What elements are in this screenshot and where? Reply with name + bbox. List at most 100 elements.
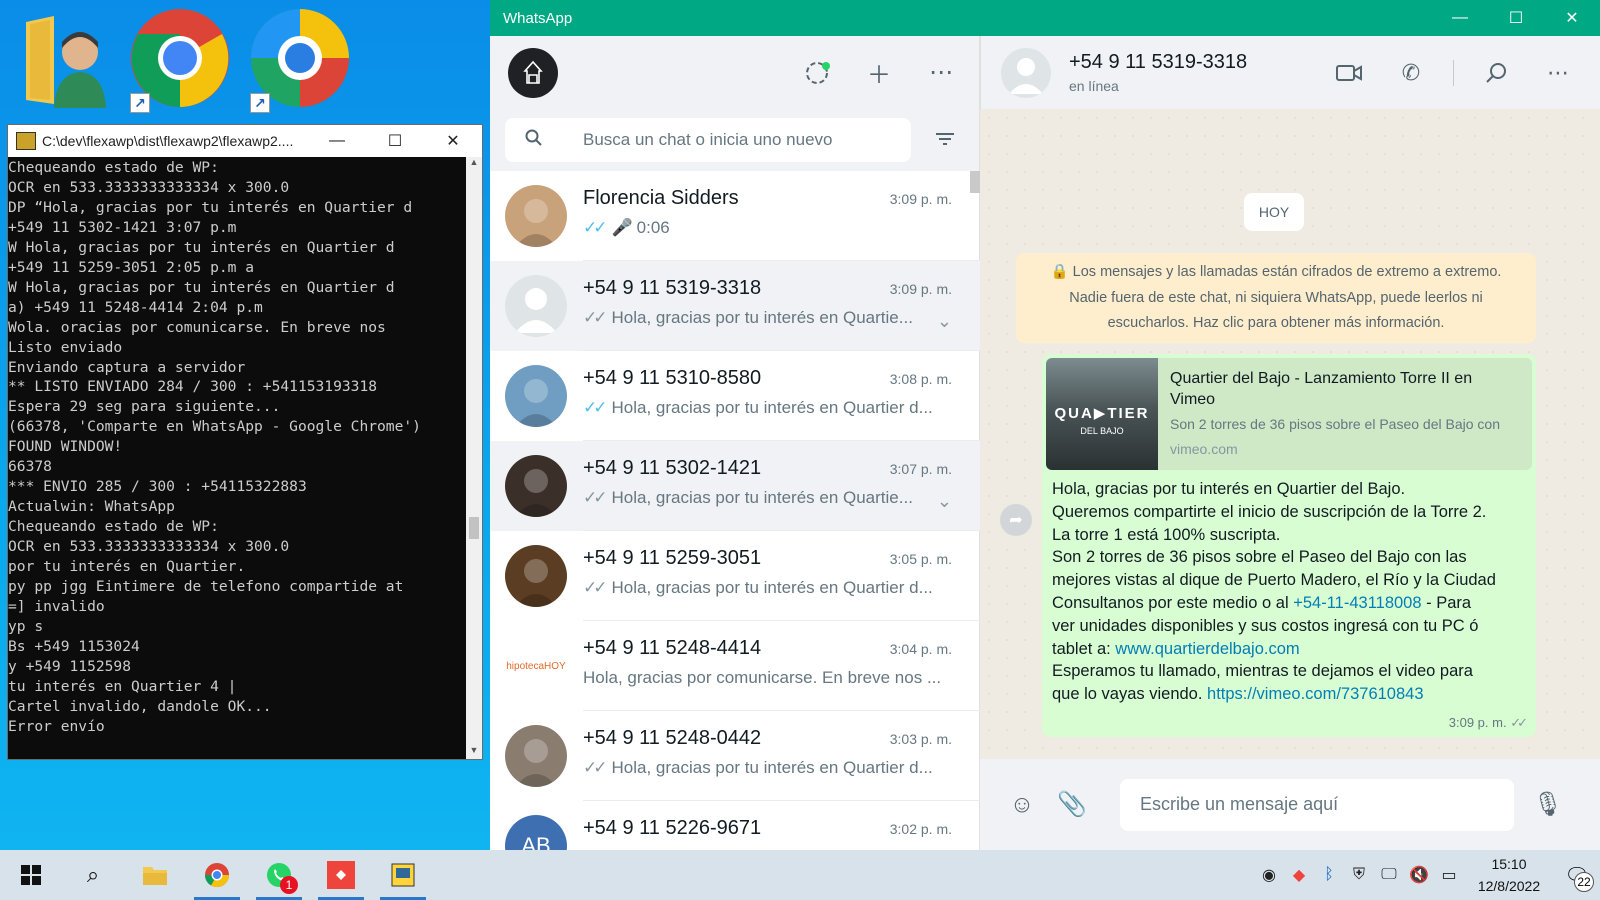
- console-window[interactable]: C:\dev\flexawp\dist\flexawp2\flexawp2...…: [7, 124, 483, 760]
- link-preview[interactable]: QUA▶TIER DEL BAJO Quartier del Bajo - La…: [1046, 358, 1532, 470]
- bluetooth-icon[interactable]: ᛒ: [1314, 866, 1344, 884]
- notification-center-icon[interactable]: 🗨22: [1554, 863, 1600, 892]
- close-button[interactable]: ✕: [424, 125, 482, 157]
- microphone-icon[interactable]: 🎙: [1528, 785, 1568, 825]
- chat-list-item[interactable]: +54 9 11 5259-3051 3:05 p. m. ✓✓ Hola, grac…: [490, 531, 980, 621]
- chat-time: 3:09 p. m.: [889, 191, 952, 207]
- whatsapp-taskbar-icon[interactable]: 1: [248, 850, 310, 900]
- attach-icon[interactable]: 📎: [1052, 785, 1092, 825]
- unread-badge: 1: [280, 876, 298, 894]
- encryption-notice[interactable]: 🔒 Los mensajes y las llamadas están cifr…: [1016, 253, 1536, 343]
- message-input[interactable]: Escribe un mensaje aquí: [1120, 778, 1514, 831]
- scroll-thumb[interactable]: [469, 517, 479, 539]
- console-line: por tu interés en Quartier.: [8, 558, 246, 576]
- voice-call-icon[interactable]: ✆: [1391, 53, 1431, 93]
- clock[interactable]: 15:10 12/8/2022: [1464, 853, 1554, 897]
- video-link[interactable]: https://vimeo.com/737610843: [1207, 685, 1423, 703]
- anydesk-taskbar-icon[interactable]: [310, 850, 372, 900]
- forward-icon[interactable]: ➦: [1000, 504, 1032, 536]
- console-line: FOUND WINDOW!: [8, 438, 123, 456]
- header-divider: [1453, 59, 1454, 86]
- preview-description: Son 2 torres de 36 pisos sobre el Paseo …: [1170, 416, 1500, 432]
- maximize-button[interactable]: ☐: [1488, 0, 1544, 36]
- chat-list-item[interactable]: +54 9 11 5310-8580 3:08 p. m. ✓✓ Hola, grac…: [490, 351, 980, 441]
- edge-tray-icon[interactable]: ◉: [1254, 865, 1284, 885]
- chat-list-item[interactable]: hipotecaHOY +54 9 11 5248-4414 3:04 p. m. H…: [490, 621, 980, 711]
- menu-icon[interactable]: ⋯: [921, 53, 961, 93]
- chat-time: 3:05 p. m.: [889, 551, 952, 567]
- chat-time: 3:09 p. m.: [889, 281, 952, 297]
- phone-link[interactable]: +54-11-43118008: [1293, 594, 1421, 612]
- chat-list-item[interactable]: +54 9 11 5302-1421 3:07 p. m. ✓✓ Hola, grac…: [490, 441, 980, 531]
- preview-title: Quartier del Bajo - Lanzamiento Torre II…: [1170, 370, 1473, 408]
- chevron-down-icon[interactable]: ⌄: [937, 311, 952, 332]
- shortcut-arrow-icon: ↗: [130, 93, 150, 113]
- video-call-icon[interactable]: [1329, 53, 1369, 93]
- chat-list-pane: ＋ ⋯ Busca un chat o inicia uno nuevo Flo…: [490, 36, 980, 850]
- contact-avatar[interactable]: [1001, 47, 1051, 98]
- left-header: ＋ ⋯: [490, 36, 979, 109]
- minimize-button[interactable]: —: [308, 125, 366, 157]
- console-output: Chequeando estado de WP: OCR en 533.33333…: [8, 157, 468, 759]
- search-icon[interactable]: [1476, 53, 1516, 93]
- search-placeholder: Busca un chat o inicia uno nuevo: [583, 130, 833, 149]
- double-check-icon: ✓✓: [1510, 715, 1528, 730]
- message-area[interactable]: HOY 🔒 Los mensajes y las llamadas están …: [980, 109, 1600, 759]
- double-check-icon: ✓✓: [583, 398, 607, 417]
- chat-list-item[interactable]: AB +54 9 11 5226-9671 3:02 p. m.: [490, 801, 980, 850]
- battery-icon[interactable]: ▭: [1434, 865, 1464, 885]
- more-options-icon[interactable]: ⋯: [1538, 53, 1578, 93]
- scroll-down-icon[interactable]: ▼: [466, 745, 482, 759]
- system-tray: ◉ ◆ ᛒ ⛨ 🖵 🔇 ▭ 15:10 12/8/2022 🗨22: [1254, 850, 1600, 900]
- volume-muted-icon[interactable]: 🔇: [1404, 865, 1434, 885]
- network-icon[interactable]: 🖵: [1374, 866, 1404, 884]
- new-chat-icon[interactable]: ＋: [859, 53, 899, 93]
- console-line: Wola. oracias por comunicarse. En breve …: [8, 318, 386, 336]
- website-link[interactable]: www.quartierdelbajo.com: [1115, 640, 1299, 658]
- chat-last-message: ✓✓ Hola, gracias por tu interés en Quarti…: [583, 758, 933, 777]
- conversation-pane: +54 9 11 5319-3318 en línea ✆ ⋯ HOY 🔒 Lo…: [980, 36, 1600, 850]
- console-title: C:\dev\flexawp\dist\flexawp2\flexawp2...…: [42, 133, 294, 149]
- python-taskbar-icon[interactable]: [372, 850, 434, 900]
- emoji-icon[interactable]: ☺: [1002, 785, 1042, 825]
- whatsapp-titlebar[interactable]: WhatsApp — ☐ ✕: [490, 0, 1600, 36]
- status-icon[interactable]: [797, 53, 837, 93]
- chrome-icon[interactable]: ↗: [130, 8, 240, 113]
- profile-avatar[interactable]: [508, 47, 558, 98]
- maximize-button[interactable]: ☐: [366, 125, 424, 157]
- chat-time: 3:08 p. m.: [889, 371, 952, 387]
- console-line: Enviando captura a servidor: [8, 358, 246, 376]
- edge-icon[interactable]: ↗: [250, 8, 360, 113]
- chrome-taskbar-icon[interactable]: [186, 850, 248, 900]
- chat-list-item[interactable]: Florencia Sidders 3:09 p. m. ✓✓ 🎤 0:06: [490, 171, 980, 261]
- chat-list[interactable]: Florencia Sidders 3:09 p. m. ✓✓ 🎤 0:06 +54 9 …: [490, 171, 980, 850]
- file-explorer-icon[interactable]: [124, 850, 186, 900]
- double-check-icon: ✓✓: [583, 578, 607, 597]
- filter-icon[interactable]: [925, 129, 965, 152]
- console-titlebar[interactable]: C:\dev\flexawp\dist\flexawp2\flexawp2...…: [8, 125, 482, 157]
- search-icon[interactable]: ⌕: [62, 850, 124, 900]
- whatsapp-window[interactable]: WhatsApp — ☐ ✕ ＋ ⋯ Busca un chat o inici…: [490, 0, 1600, 850]
- start-button[interactable]: [0, 850, 62, 900]
- chat-last-message: ✓✓ Hola, gracias por tu interés en Quarti…: [583, 578, 933, 597]
- console-line: y +549 1152598: [8, 657, 132, 675]
- search-icon: [525, 129, 563, 152]
- contact-status: en línea: [1069, 78, 1119, 94]
- chat-list-item[interactable]: +54 9 11 5248-0442 3:03 p. m. ✓✓ Hola, grac…: [490, 711, 980, 801]
- console-line: (66378, 'Comparte en WhatsApp - Google C…: [8, 418, 421, 436]
- console-line: ** LISTO ENVIADO 284 / 300 : +5411531933…: [8, 378, 378, 396]
- search-input[interactable]: Busca un chat o inicia uno nuevo: [505, 118, 911, 162]
- console-scrollbar[interactable]: ▲ ▼: [466, 157, 482, 759]
- video-thumbnail[interactable]: QUA▶TIER DEL BAJO: [1046, 358, 1158, 470]
- outgoing-message[interactable]: QUA▶TIER DEL BAJO Quartier del Bajo - La…: [1042, 354, 1536, 737]
- minimize-button[interactable]: —: [1432, 0, 1488, 36]
- scroll-up-icon[interactable]: ▲: [466, 157, 482, 171]
- conversation-header[interactable]: +54 9 11 5319-3318 en línea ✆ ⋯: [980, 36, 1600, 109]
- chat-list-item[interactable]: +54 9 11 5319-3318 3:09 p. m. ✓✓ Hola, grac…: [490, 261, 980, 351]
- anydesk-tray-icon[interactable]: ◆: [1284, 865, 1314, 885]
- security-shield-icon[interactable]: ⛨: [1344, 866, 1374, 884]
- user-folder-icon[interactable]: ↗: [20, 8, 130, 113]
- chevron-down-icon[interactable]: ⌄: [937, 491, 952, 512]
- chat-avatar: [505, 185, 567, 247]
- close-button[interactable]: ✕: [1544, 0, 1600, 36]
